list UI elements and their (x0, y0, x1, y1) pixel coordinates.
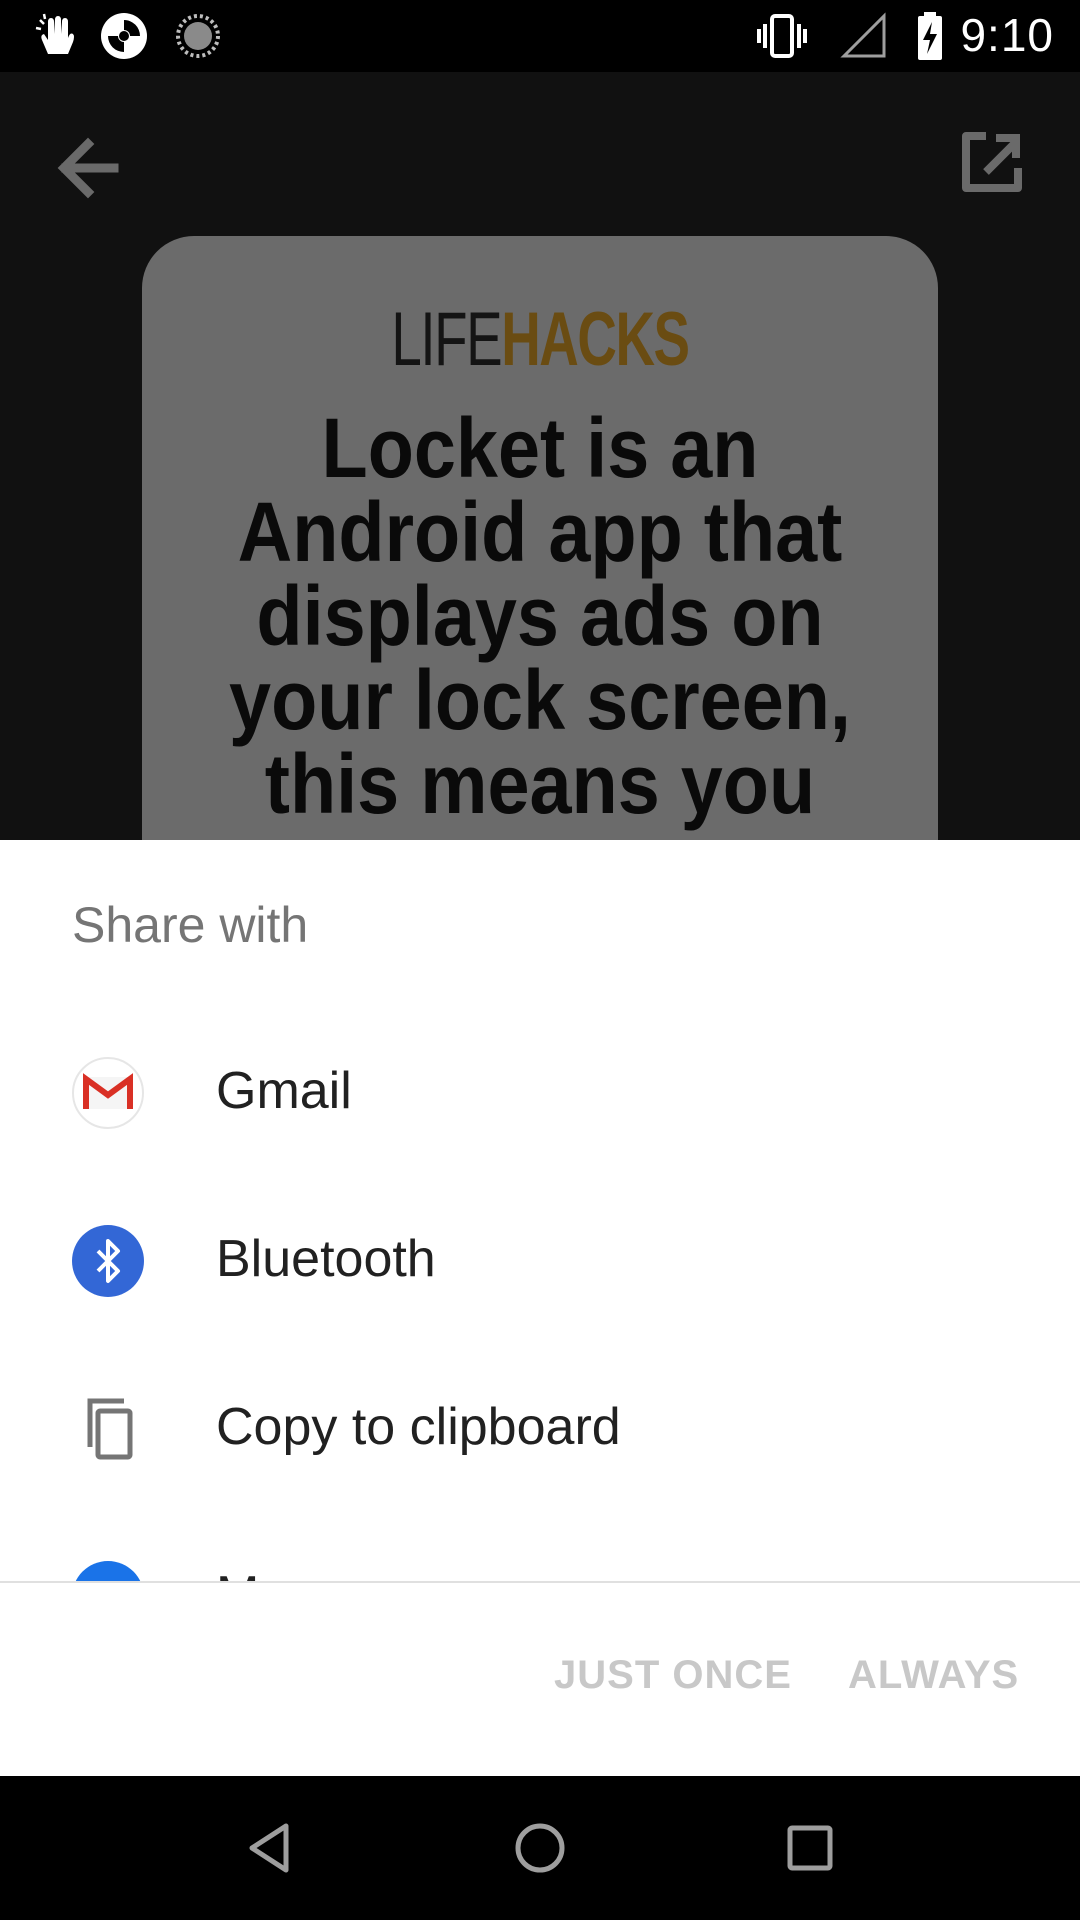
external-share-icon[interactable] (956, 126, 1028, 198)
copy-icon (87, 1398, 133, 1460)
battery-charging-icon (918, 12, 942, 60)
content-card: LIFEHACKS Locket is an Android app that … (142, 236, 938, 936)
card-text: Locket is an Android app that displays a… (200, 406, 880, 910)
share-item-label: Bluetooth (216, 1230, 436, 1288)
recents-nav-icon[interactable] (778, 1816, 842, 1880)
share-item-bluetooth[interactable]: Bluetooth (0, 1177, 1080, 1345)
loading-icon (176, 14, 220, 58)
hand-icon (35, 13, 74, 54)
home-nav-icon[interactable] (508, 1816, 572, 1880)
status-time: 9:10 (960, 9, 1054, 61)
share-item-copy[interactable]: Copy to clipboard (0, 1345, 1080, 1513)
always-button[interactable]: ALWAYS (848, 1653, 1019, 1698)
arrow-left-icon[interactable] (50, 130, 126, 206)
back-nav-icon[interactable] (238, 1816, 302, 1880)
camera-shutter-icon (101, 13, 147, 59)
app-content: LIFEHACKS Locket is an Android app that … (0, 72, 1080, 936)
logo-hacks: HACKS (501, 297, 690, 382)
gmail-icon (72, 1057, 144, 1129)
life-hacks-logo: LIFEHACKS (253, 296, 826, 383)
card-text-line: your lock screen, (229, 653, 851, 747)
card-text-line: Android app that (237, 485, 843, 579)
share-item-label: Copy to clipboard (216, 1398, 621, 1456)
share-item-label: Gmail (216, 1062, 352, 1120)
status-bar: 9:10 (0, 0, 1080, 72)
sheet-title: Share with (72, 897, 309, 953)
screen: 9:10 LIFEHACKS Locket is an Android app … (0, 0, 1080, 1920)
navigation-bar (0, 1776, 1080, 1920)
bluetooth-icon (72, 1225, 144, 1297)
card-text-line: Locket is an (321, 401, 759, 495)
logo-life: LIFE (391, 297, 502, 382)
share-item-gmail[interactable]: Gmail (0, 1009, 1080, 1177)
signal-icon (840, 12, 886, 58)
sheet-actions: JUST ONCE ALWAYS (0, 1583, 1080, 1776)
share-sheet: Share with Gmail Bluetooth Copy to clipb… (0, 840, 1080, 1776)
vibrate-icon (757, 14, 807, 58)
card-text-line: displays ads on (256, 569, 824, 663)
just-once-button[interactable]: JUST ONCE (554, 1653, 792, 1698)
